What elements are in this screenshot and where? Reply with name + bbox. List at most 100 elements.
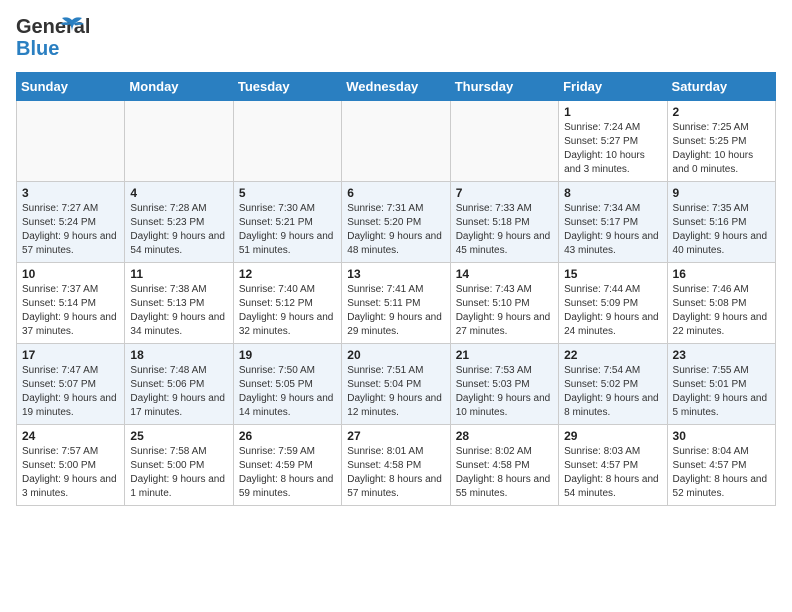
calendar-cell: 21Sunrise: 7:53 AM Sunset: 5:03 PM Dayli… — [450, 344, 558, 425]
day-number: 28 — [456, 429, 553, 443]
calendar-cell — [450, 101, 558, 182]
calendar-cell — [125, 101, 233, 182]
day-detail: Sunrise: 7:57 AM Sunset: 5:00 PM Dayligh… — [22, 445, 119, 501]
day-number: 19 — [239, 348, 336, 362]
day-detail: Sunrise: 7:47 AM Sunset: 5:07 PM Dayligh… — [22, 364, 119, 420]
calendar-cell — [342, 101, 450, 182]
calendar-cell: 24 Sunrise: 7:57 AM Sunset: 5:00 PM Dayli… — [17, 425, 125, 506]
calendar-cell: 6 Sunrise: 7:31 AM Sunset: 5:20 PM Daylig… — [342, 182, 450, 263]
calendar-cell: 2 Sunrise: 7:25 AM Sunset: 5:25 PM Daylig… — [667, 101, 775, 182]
day-detail: Sunrise: 7:54 AM Sunset: 5:02 PM Dayligh… — [564, 364, 661, 420]
calendar-cell: 12Sunrise: 7:40 AM Sunset: 5:12 PM Dayli… — [233, 263, 341, 344]
day-number: 13 — [347, 267, 444, 281]
day-detail: Sunrise: 7:31 AM Sunset: 5:20 PM Dayligh… — [347, 202, 444, 258]
calendar-cell: 16 Sunrise: 7:46 AM Sunset: 5:08 PM Dayli… — [667, 263, 775, 344]
day-number: 30 — [673, 429, 770, 443]
calendar-cell: 19 Sunrise: 7:50 AM Sunset: 5:05 PM Dayli… — [233, 344, 341, 425]
day-detail: Sunrise: 8:02 AM Sunset: 4:58 PM Dayligh… — [456, 445, 553, 501]
day-detail: Sunrise: 8:03 AM Sunset: 4:57 PM Dayligh… — [564, 445, 661, 501]
week-row-4: 17 Sunrise: 7:47 AM Sunset: 5:07 PM Dayli… — [17, 344, 776, 425]
day-detail: Sunrise: 7:34 AM Sunset: 5:17 PM Dayligh… — [564, 202, 661, 258]
day-number: 26 — [239, 429, 336, 443]
day-detail: Sunrise: 8:01 AM Sunset: 4:58 PM Dayligh… — [347, 445, 444, 501]
day-number: 10 — [22, 267, 119, 281]
calendar-cell: 11Sunrise: 7:38 AM Sunset: 5:13 PM Dayli… — [125, 263, 233, 344]
day-number: 16 — [673, 267, 770, 281]
day-detail: Sunrise: 7:59 AM Sunset: 4:59 PM Dayligh… — [239, 445, 336, 501]
day-detail: Sunrise: 7:37 AM Sunset: 5:14 PM Dayligh… — [22, 283, 119, 339]
day-detail: Sunrise: 7:35 AM Sunset: 5:16 PM Dayligh… — [673, 202, 770, 258]
day-number: 24 — [22, 429, 119, 443]
day-number: 22 — [564, 348, 661, 362]
day-number: 7 — [456, 186, 553, 200]
week-row-1: 1Sunrise: 7:24 AM Sunset: 5:27 PM Daylig… — [17, 101, 776, 182]
day-detail: Sunrise: 7:58 AM Sunset: 5:00 PM Dayligh… — [130, 445, 227, 501]
calendar-cell — [17, 101, 125, 182]
day-number: 12 — [239, 267, 336, 281]
calendar-cell: 9Sunrise: 7:35 AM Sunset: 5:16 PM Daylig… — [667, 182, 775, 263]
day-number: 25 — [130, 429, 227, 443]
logo: General Blue — [16, 16, 76, 60]
day-detail: Sunrise: 7:41 AM Sunset: 5:11 PM Dayligh… — [347, 283, 444, 339]
calendar-cell: 10 Sunrise: 7:37 AM Sunset: 5:14 PM Dayli… — [17, 263, 125, 344]
day-detail: Sunrise: 7:50 AM Sunset: 5:05 PM Dayligh… — [239, 364, 336, 420]
day-number: 8 — [564, 186, 661, 200]
day-detail: Sunrise: 7:28 AM Sunset: 5:23 PM Dayligh… — [130, 202, 227, 258]
calendar-cell: 13 Sunrise: 7:41 AM Sunset: 5:11 PM Dayli… — [342, 263, 450, 344]
day-number: 23 — [673, 348, 770, 362]
day-detail: Sunrise: 7:51 AM Sunset: 5:04 PM Dayligh… — [347, 364, 444, 420]
calendar-table: SundayMondayTuesdayWednesdayThursdayFrid… — [16, 72, 776, 506]
day-number: 17 — [22, 348, 119, 362]
day-detail: Sunrise: 7:55 AM Sunset: 5:01 PM Dayligh… — [673, 364, 770, 420]
day-detail: Sunrise: 7:30 AM Sunset: 5:21 PM Dayligh… — [239, 202, 336, 258]
day-number: 2 — [673, 105, 770, 119]
day-detail: Sunrise: 7:44 AM Sunset: 5:09 PM Dayligh… — [564, 283, 661, 339]
calendar-cell: 18Sunrise: 7:48 AM Sunset: 5:06 PM Dayli… — [125, 344, 233, 425]
calendar-cell: 5 Sunrise: 7:30 AM Sunset: 5:21 PM Daylig… — [233, 182, 341, 263]
calendar-cell: 27 Sunrise: 8:01 AM Sunset: 4:58 PM Dayli… — [342, 425, 450, 506]
day-number: 15 — [564, 267, 661, 281]
day-detail: Sunrise: 7:46 AM Sunset: 5:08 PM Dayligh… — [673, 283, 770, 339]
calendar-cell: 1Sunrise: 7:24 AM Sunset: 5:27 PM Daylig… — [559, 101, 667, 182]
day-number: 27 — [347, 429, 444, 443]
day-detail: Sunrise: 7:25 AM Sunset: 5:25 PM Dayligh… — [673, 121, 770, 177]
calendar-cell: 23 Sunrise: 7:55 AM Sunset: 5:01 PM Dayli… — [667, 344, 775, 425]
calendar-header-row: SundayMondayTuesdayWednesdayThursdayFrid… — [17, 73, 776, 101]
week-row-5: 24 Sunrise: 7:57 AM Sunset: 5:00 PM Dayli… — [17, 425, 776, 506]
day-number: 29 — [564, 429, 661, 443]
day-of-week-thursday: Thursday — [450, 73, 558, 101]
day-number: 4 — [130, 186, 227, 200]
day-of-week-saturday: Saturday — [667, 73, 775, 101]
day-number: 20 — [347, 348, 444, 362]
calendar-cell: 25 Sunrise: 7:58 AM Sunset: 5:00 PM Dayli… — [125, 425, 233, 506]
day-of-week-friday: Friday — [559, 73, 667, 101]
calendar-cell: 20 Sunrise: 7:51 AM Sunset: 5:04 PM Dayli… — [342, 344, 450, 425]
calendar-cell: 17 Sunrise: 7:47 AM Sunset: 5:07 PM Dayli… — [17, 344, 125, 425]
week-row-2: 3 Sunrise: 7:27 AM Sunset: 5:24 PM Daylig… — [17, 182, 776, 263]
day-of-week-sunday: Sunday — [17, 73, 125, 101]
calendar-cell: 4 Sunrise: 7:28 AM Sunset: 5:23 PM Daylig… — [125, 182, 233, 263]
calendar-cell: 15 Sunrise: 7:44 AM Sunset: 5:09 PM Dayli… — [559, 263, 667, 344]
day-detail: Sunrise: 7:53 AM Sunset: 5:03 PM Dayligh… — [456, 364, 553, 420]
day-number: 3 — [22, 186, 119, 200]
day-detail: Sunrise: 7:24 AM Sunset: 5:27 PM Dayligh… — [564, 121, 661, 177]
header: General Blue — [16, 16, 776, 60]
calendar-cell: 14Sunrise: 7:43 AM Sunset: 5:10 PM Dayli… — [450, 263, 558, 344]
day-of-week-tuesday: Tuesday — [233, 73, 341, 101]
day-number: 6 — [347, 186, 444, 200]
day-of-week-wednesday: Wednesday — [342, 73, 450, 101]
day-detail: Sunrise: 7:43 AM Sunset: 5:10 PM Dayligh… — [456, 283, 553, 339]
day-detail: Sunrise: 7:33 AM Sunset: 5:18 PM Dayligh… — [456, 202, 553, 258]
calendar-cell: 26 Sunrise: 7:59 AM Sunset: 4:59 PM Dayli… — [233, 425, 341, 506]
day-detail: Sunrise: 7:48 AM Sunset: 5:06 PM Dayligh… — [130, 364, 227, 420]
day-detail: Sunrise: 8:04 AM Sunset: 4:57 PM Dayligh… — [673, 445, 770, 501]
calendar-cell: 30 Sunrise: 8:04 AM Sunset: 4:57 PM Dayli… — [667, 425, 775, 506]
day-detail: Sunrise: 7:27 AM Sunset: 5:24 PM Dayligh… — [22, 202, 119, 258]
day-number: 5 — [239, 186, 336, 200]
calendar-cell — [233, 101, 341, 182]
calendar-cell: 3 Sunrise: 7:27 AM Sunset: 5:24 PM Daylig… — [17, 182, 125, 263]
calendar-cell: 28 Sunrise: 8:02 AM Sunset: 4:58 PM Dayli… — [450, 425, 558, 506]
logo-bird-icon — [58, 16, 86, 38]
calendar-cell: 29 Sunrise: 8:03 AM Sunset: 4:57 PM Dayli… — [559, 425, 667, 506]
day-of-week-monday: Monday — [125, 73, 233, 101]
